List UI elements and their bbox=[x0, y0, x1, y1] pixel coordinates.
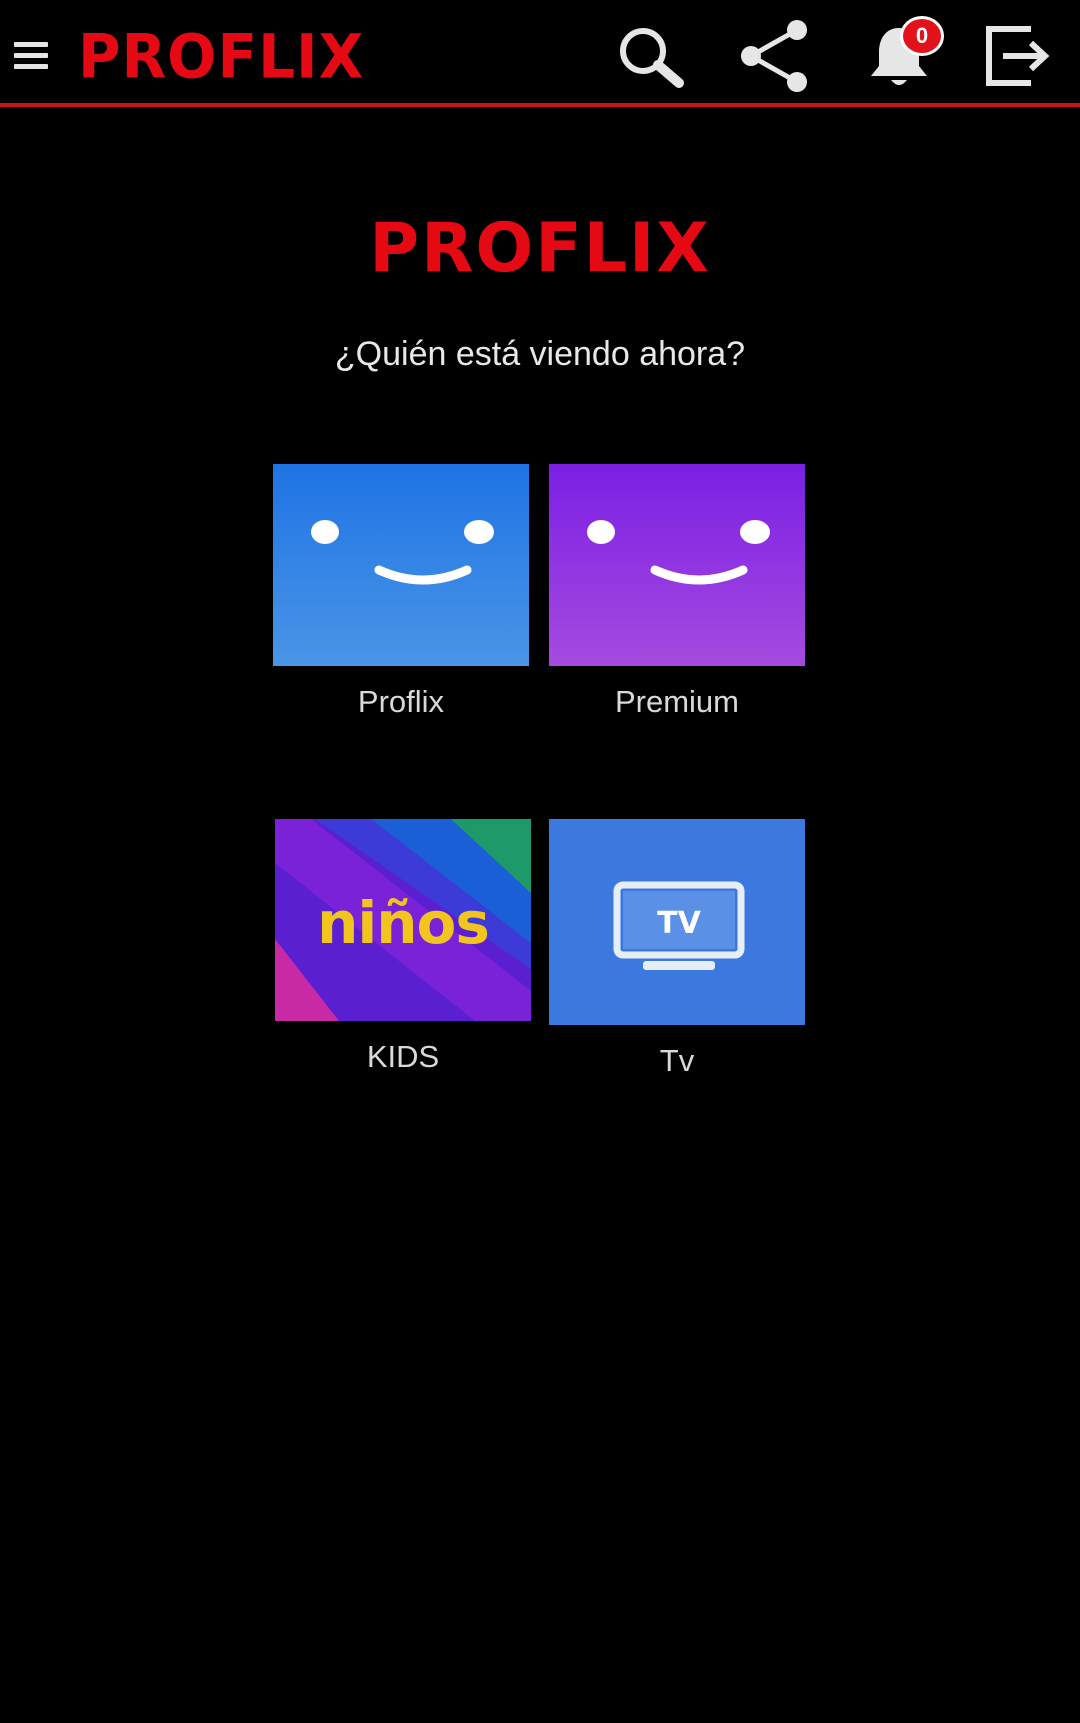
profile-kids[interactable]: niños KIDS bbox=[275, 819, 531, 1077]
tv-icon: TV bbox=[613, 881, 745, 970]
profile-proflix[interactable]: Proflix bbox=[273, 464, 529, 722]
notifications-button[interactable]: 0 bbox=[856, 16, 944, 94]
profiles-logo: PROFLIX bbox=[369, 209, 711, 288]
profile-label: Tv bbox=[659, 1043, 695, 1078]
profile-label: Premium bbox=[614, 684, 739, 719]
notification-badge: 0 bbox=[900, 16, 944, 56]
share-icon bbox=[741, 20, 807, 92]
search-button[interactable] bbox=[608, 18, 694, 94]
top-app-bar: PROFLIX 0 bbox=[0, 0, 1080, 107]
profile-label: Proflix bbox=[357, 684, 445, 719]
tv-icon-text: TV bbox=[657, 906, 701, 941]
profile-premium[interactable]: Premium bbox=[549, 464, 805, 722]
profile-tv[interactable]: TV Tv bbox=[549, 819, 805, 1081]
profile-avatar: TV bbox=[549, 819, 805, 1025]
smiley-face-icon bbox=[587, 520, 770, 585]
app-logo: PROFLIX bbox=[78, 20, 365, 93]
profile-avatar: niños bbox=[275, 819, 531, 1021]
search-icon bbox=[620, 28, 684, 88]
kids-avatar-word: niños bbox=[317, 889, 490, 957]
profile-avatar bbox=[549, 464, 805, 666]
profile-label: KIDS bbox=[366, 1039, 440, 1074]
exit-button[interactable] bbox=[976, 18, 1062, 94]
profile-avatar bbox=[273, 464, 529, 666]
exit-icon bbox=[986, 26, 1050, 86]
smiley-face-icon bbox=[311, 520, 494, 585]
hamburger-menu-icon[interactable] bbox=[14, 34, 56, 76]
profiles-prompt: ¿Quién está viendo ahora? bbox=[334, 335, 746, 373]
share-button[interactable] bbox=[732, 18, 818, 94]
